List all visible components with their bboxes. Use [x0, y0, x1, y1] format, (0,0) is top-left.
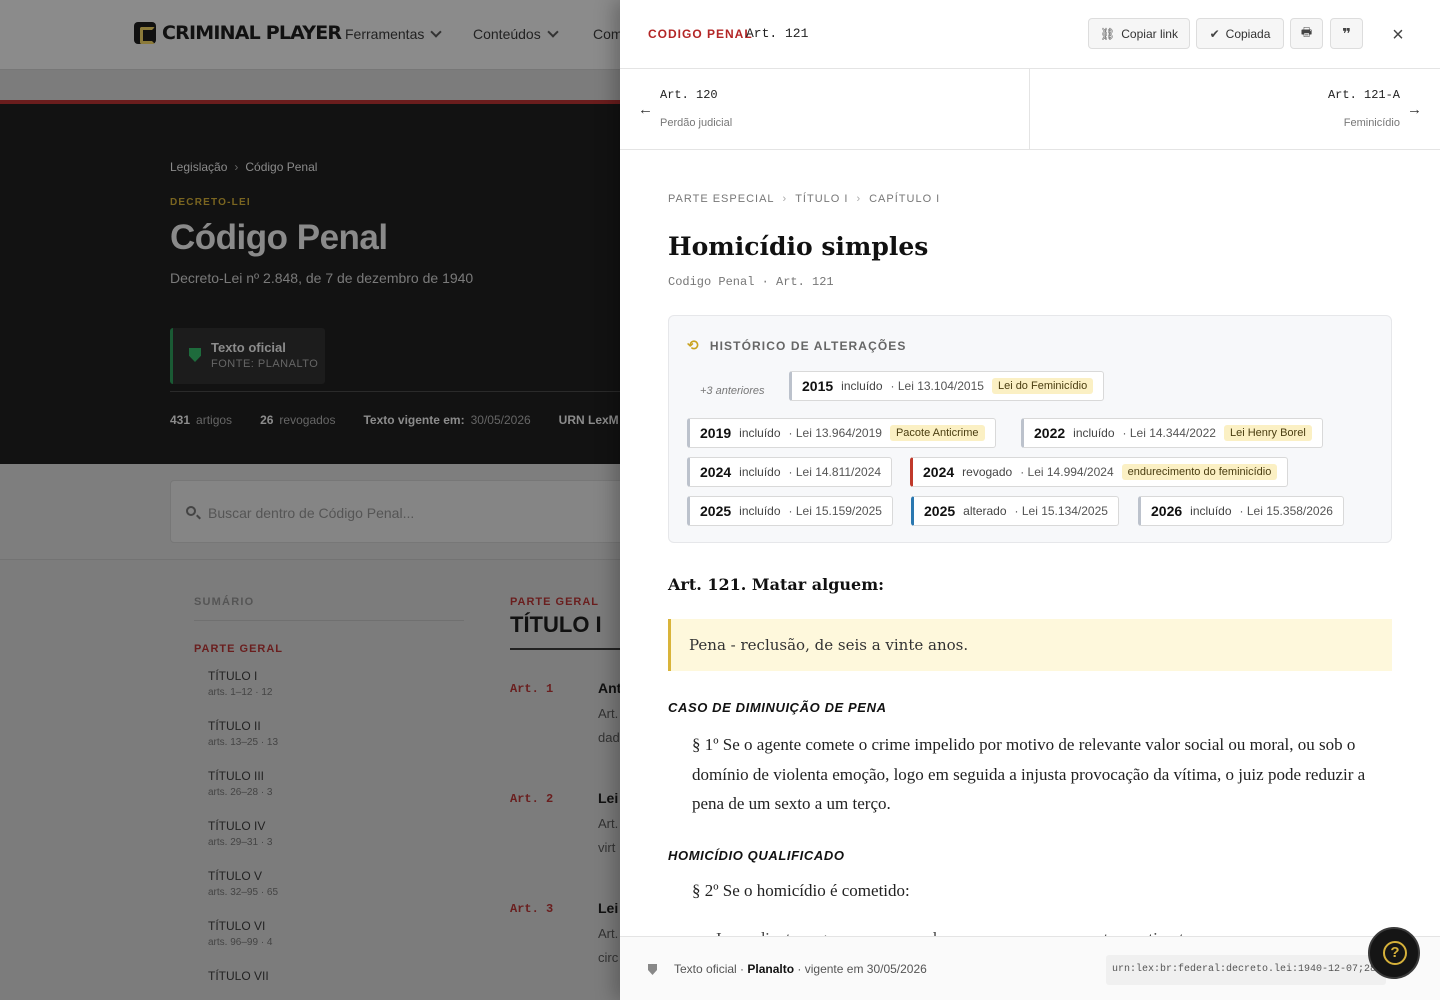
link-icon: ⛓: [1100, 26, 1116, 41]
stat-articles: 431 artigos: [170, 413, 233, 427]
history-entry[interactable]: 2024 incluído · Lei 14.811/2024: [687, 457, 893, 487]
table-of-contents: SUMÁRIO PARTE GERAL TÍTULO Iarts. 1–12 ·…: [194, 596, 464, 1000]
toc-item[interactable]: TÍTULO III arts. 26–28 · 3: [208, 769, 464, 805]
history-entry[interactable]: 2024 revogado · Lei 14.994/2024 endurecimen…: [910, 457, 1289, 487]
history-heading: ⟲ HISTÓRICO DE ALTERAÇÕES: [687, 337, 907, 353]
history-entry[interactable]: 2025 incluído · Lei 15.159/2025: [687, 496, 893, 526]
chevron-down-icon: [547, 26, 559, 38]
stats-bar: 431 artigos 26 revogados Texto vigente em:…: [170, 413, 625, 427]
kicker: DECRETO-LEI: [170, 197, 251, 208]
toc-item[interactable]: TÍTULO IV arts. 29–31 · 3: [208, 819, 464, 855]
search-placeholder: Buscar dentro de Código Penal...: [208, 505, 415, 521]
shield-icon: [648, 964, 657, 975]
footer-source: Texto oficial · Planalto · vigente em 30…: [674, 962, 927, 976]
stat-revoked: 26 revogados: [260, 413, 336, 427]
official-text-badge: Texto oficial FONTE: PLANALTO: [170, 328, 325, 384]
history-entry[interactable]: 2025 alterado · Lei 15.134/2025: [911, 496, 1119, 526]
shield-icon: [189, 348, 201, 362]
breadcrumb-item[interactable]: CAPÍTULO I: [869, 193, 940, 205]
history-entry[interactable]: 2022 incluído · Lei 14.344/2022 Lei Henry B…: [1021, 418, 1323, 448]
history-panel: ⟲ HISTÓRICO DE ALTERAÇÕES +3 anteriores …: [668, 315, 1392, 543]
quote-icon: ❞: [1342, 25, 1351, 43]
breadcrumb-item[interactable]: Legislação: [170, 160, 227, 174]
toc-item[interactable]: TÍTULO II arts. 13–25 · 13: [208, 719, 464, 755]
next-article-link[interactable]: → Art. 121-A Feminicídio: [1030, 69, 1440, 150]
history-entry[interactable]: 2015 incluído · Lei 13.104/2015 Lei do Femi…: [789, 371, 1105, 401]
arrow-left-icon: ←: [638, 101, 653, 118]
penalty-box: Pena - reclusão, de seis a vinte anos.: [668, 619, 1392, 671]
paragraph: § 1º Se o agente comete o crime impelido…: [692, 735, 1366, 813]
chevron-down-icon: [430, 26, 443, 38]
section-heading: HOMICÍDIO QUALIFICADO: [668, 848, 845, 863]
breadcrumb: Legislação › Código Penal: [170, 160, 318, 174]
toc-part[interactable]: PARTE GERAL: [194, 643, 464, 655]
prev-article-name: Perdão judicial: [660, 117, 733, 129]
toc-heading: SUMÁRIO: [194, 596, 464, 621]
nav-label: Com: [593, 26, 623, 42]
prev-article-link[interactable]: ← Art. 120 Perdão judicial: [620, 69, 1030, 150]
cite-button[interactable]: ❞: [1330, 18, 1363, 49]
drawer-footer: Texto oficial · Planalto · vigente em 30…: [620, 936, 1440, 1000]
toc-item[interactable]: TÍTULO Varts. 32–95 · 65: [208, 869, 464, 905]
breadcrumb-item: Código Penal: [245, 160, 318, 174]
article-breadcrumb: PARTE ESPECIAL › TÍTULO I › CAPÍTULO I: [668, 193, 941, 205]
drawer-header: CODIGO PENAL Art. 121 ⛓ Copiar link ✔ Co…: [620, 0, 1440, 69]
search-icon: [186, 506, 196, 516]
history-icon: ⟲: [687, 337, 700, 353]
search-input[interactable]: Buscar dentro de Código Penal...: [170, 480, 650, 543]
urn-code[interactable]: urn:lex:br:federal:decreto.lei:1940-12-0…: [1106, 955, 1386, 985]
article-drawer: CODIGO PENAL Art. 121 ⛓ Copiar link ✔ Co…: [620, 0, 1440, 1000]
prev-article-number: Art. 120: [660, 88, 718, 102]
toc-item[interactable]: TÍTULO VII: [208, 969, 464, 1000]
print-button[interactable]: 🖶: [1290, 18, 1323, 49]
code-label: CODIGO PENAL: [648, 27, 753, 41]
section-title: TÍTULO I: [510, 612, 622, 650]
toc-item[interactable]: TÍTULO Iarts. 1–12 · 12: [208, 669, 464, 705]
page-title: Código Penal: [170, 218, 388, 257]
help-icon: ?: [1383, 941, 1407, 965]
next-article-number: Art. 121-A: [1327, 88, 1400, 102]
nav-label: Ferramentas: [345, 26, 425, 42]
nav-label: Conteúdos: [473, 26, 541, 42]
print-icon: 🖶: [1300, 25, 1313, 39]
toc-item[interactable]: TÍTULO VI arts. 96–99 · 4: [208, 919, 464, 955]
badge-source: FONTE: PLANALTO: [211, 358, 319, 370]
penalty-text: Pena - reclusão, de seis a vinte anos.: [689, 636, 969, 654]
logo[interactable]: CRIMINAL PLAYER: [134, 22, 342, 44]
section-heading: CASO DE DIMINUIÇÃO DE PENA: [668, 700, 887, 715]
check-icon: ✔: [1209, 26, 1220, 41]
copy-link-button[interactable]: ⛓ Copiar link: [1088, 18, 1190, 49]
divider: [170, 391, 630, 392]
article-heading: Art. 121. Matar alguem:: [668, 575, 885, 594]
breadcrumb-item[interactable]: PARTE ESPECIAL: [668, 193, 775, 205]
close-icon[interactable]: ×: [1388, 24, 1408, 47]
stat-urn: URN LexM: [558, 413, 619, 427]
breadcrumb-item[interactable]: TÍTULO I: [795, 193, 848, 205]
logo-icon: [134, 22, 156, 44]
badge-label: Texto oficial: [211, 340, 286, 355]
article-title: Homicídio simples: [668, 232, 929, 261]
copied-button[interactable]: ✔ Copiada: [1196, 18, 1284, 49]
page-subtitle: Decreto-Lei nº 2.848, de 7 de dezembro d…: [170, 270, 474, 286]
paragraph: § 2º Se o homicídio é cometido:: [692, 881, 910, 900]
history-entry[interactable]: 2026 incluído · Lei 15.358/2026: [1138, 496, 1344, 526]
help-button[interactable]: ?: [1368, 927, 1420, 979]
nav-ferramentas[interactable]: Ferramentas: [345, 26, 443, 42]
logo-text: CRIMINAL PLAYER: [162, 22, 342, 44]
nav-conteudos[interactable]: Conteúdos: [473, 26, 559, 42]
nav-com[interactable]: Com: [593, 26, 623, 42]
next-article-name: Feminicídio: [1343, 117, 1400, 129]
article-meta: Codigo Penal · Art. 121: [668, 275, 834, 289]
article-label: Art. 121: [746, 26, 809, 41]
arrow-right-icon: →: [1407, 101, 1422, 118]
history-entry[interactable]: 2019 incluído · Lei 13.964/2019 Pacote Anti…: [687, 418, 996, 448]
stat-vigente: Texto vigente em: 30/05/2026: [363, 413, 531, 427]
more-history-link[interactable]: +3 anteriores: [700, 385, 765, 397]
